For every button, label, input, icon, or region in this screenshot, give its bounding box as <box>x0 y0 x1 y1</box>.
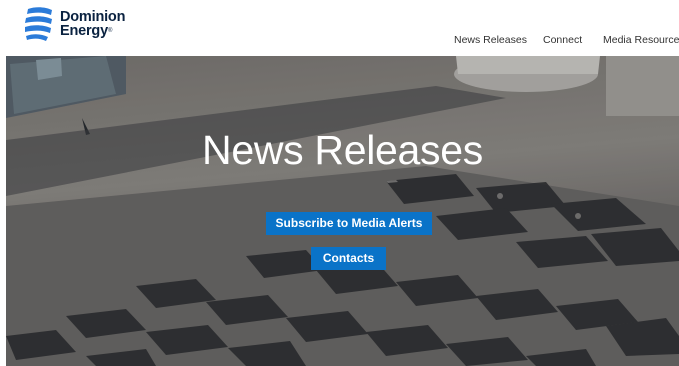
nav-connect[interactable]: Connect <box>543 34 582 46</box>
contacts-button[interactable]: Contacts <box>311 247 386 270</box>
nav-news-releases[interactable]: News Releases <box>454 34 527 46</box>
main-nav: News Releases Connect Media Resources <box>0 34 679 48</box>
hero-banner: News Releases Subscribe to Media Alerts … <box>6 56 679 366</box>
logo-line-1: Dominion <box>60 9 126 25</box>
nav-media-resources[interactable]: Media Resources <box>603 34 679 46</box>
hero-title: News Releases <box>202 127 483 173</box>
subscribe-media-alerts-button[interactable]: Subscribe to Media Alerts <box>266 212 432 235</box>
laptop-keyboard-background <box>6 56 679 366</box>
site-header: Dominion Energy® News Releases Connect M… <box>0 0 679 56</box>
